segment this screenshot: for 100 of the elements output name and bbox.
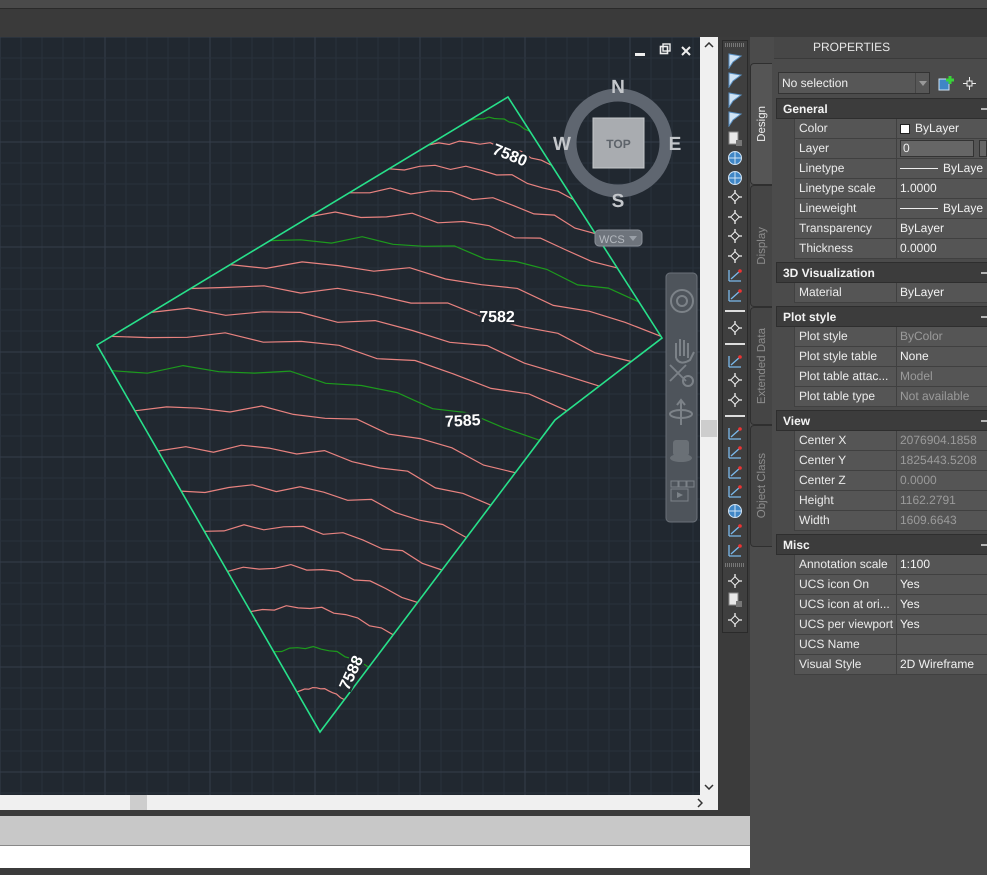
flag-icon[interactable] [727, 52, 743, 68]
index-contour-line [468, 116, 530, 132]
property-value: 1162.2791 [900, 492, 956, 509]
line-sample [900, 168, 938, 169]
flag-icon[interactable] [727, 72, 743, 88]
property-label: Height [795, 491, 897, 510]
dimension-icon[interactable] [727, 286, 743, 302]
dimension-icon[interactable] [727, 444, 743, 460]
scroll-up-icon[interactable] [704, 42, 714, 48]
globe-icon[interactable] [727, 170, 743, 186]
toolbar-grip[interactable] [725, 563, 745, 567]
section-header[interactable]: 3D Visualization [776, 262, 987, 283]
contour-label: 7580 [490, 141, 530, 170]
contour-label: 7585 [444, 412, 481, 431]
property-label: UCS icon at ori... [795, 595, 897, 614]
section-title[interactable]: View [783, 414, 810, 428]
property-label: Center X [795, 431, 897, 450]
property-value: 2076904.1858 [900, 432, 977, 449]
section-header[interactable]: Misc [776, 534, 987, 555]
toolbar-grip[interactable] [725, 43, 745, 47]
dimension-icon[interactable] [727, 352, 743, 368]
contour-label: 7588 [336, 653, 368, 693]
contour-line [296, 687, 345, 700]
dimension-icon[interactable] [727, 464, 743, 480]
flag-icon[interactable] [727, 111, 743, 127]
property-label: Linetype [795, 159, 897, 178]
scroll-right-icon[interactable] [697, 798, 703, 808]
document-icon[interactable] [727, 130, 743, 146]
property-label: UCS icon On [795, 575, 897, 594]
compass-south-label[interactable]: S [612, 191, 624, 212]
property-label: Center Y [795, 451, 897, 470]
property-label: Width [795, 511, 897, 530]
section-header[interactable]: Plot style [776, 306, 987, 327]
property-value: Model [900, 368, 933, 385]
property-label: UCS per viewport [795, 615, 897, 634]
property-value: Yes [900, 596, 920, 613]
property-value: 1825443.5208 [900, 452, 977, 469]
document-icon[interactable] [727, 592, 743, 608]
property-label: Center Z [795, 471, 897, 490]
dimension-icon[interactable] [727, 522, 743, 538]
dimension-icon[interactable] [727, 542, 743, 558]
palette-tab[interactable]: Design [750, 63, 772, 185]
selection-dropdown[interactable]: No selection [778, 72, 930, 94]
close-icon[interactable] [681, 46, 691, 56]
property-value: ByLaye [943, 160, 984, 177]
property-label: Plot table type [795, 387, 897, 406]
property-label: Transparency [795, 219, 897, 238]
horizontal-scrollbar[interactable] [0, 795, 718, 810]
layer-dropdown[interactable]: 0 [900, 140, 974, 157]
dimension-icon[interactable] [727, 267, 743, 283]
dimension-icon[interactable] [727, 483, 743, 499]
caret-icon [918, 80, 926, 86]
property-value: Yes [900, 576, 920, 593]
property-label: Visual Style [795, 655, 897, 674]
viewcube[interactable] [592, 118, 644, 168]
property-label: Plot style table [795, 347, 897, 366]
globe-icon[interactable] [727, 502, 743, 518]
property-value: Yes [900, 616, 920, 633]
section-title[interactable]: Misc [783, 538, 810, 552]
property-label: Annotation scale [795, 555, 897, 574]
scroll-down-icon[interactable] [704, 784, 714, 790]
property-label: Material [795, 283, 897, 302]
section-title[interactable]: 3D Visualization [783, 266, 875, 280]
restore-icon[interactable] [660, 43, 671, 54]
property-label: Lineweight [795, 199, 897, 218]
property-value: None [900, 348, 929, 365]
flag-icon[interactable] [727, 92, 743, 108]
section-title[interactable]: Plot style [783, 310, 836, 324]
section-title[interactable]: General [783, 102, 828, 116]
property-value: 0.0000 [900, 240, 937, 257]
command-line-field[interactable] [0, 846, 750, 868]
globe-icon[interactable] [727, 150, 743, 166]
quick-select-icon[interactable] [938, 74, 955, 92]
section-header[interactable]: General [776, 98, 987, 119]
property-value: 2D Wireframe [900, 656, 974, 673]
scroll-thumb[interactable] [130, 795, 147, 810]
dimension-icon[interactable] [727, 424, 743, 440]
compass-north-label[interactable]: N [611, 77, 625, 98]
property-value: 1:100 [900, 556, 930, 573]
property-value: 1609.6643 [900, 512, 957, 529]
property-value: 0.0000 [900, 472, 937, 489]
property-value: ByLaye [943, 200, 984, 217]
section-header[interactable]: View [776, 410, 987, 431]
property-value: ByLayer [915, 120, 960, 137]
property-label: Color [795, 119, 897, 138]
line-sample [900, 208, 938, 209]
compass-east-label[interactable]: E [668, 134, 682, 155]
scroll-thumb[interactable] [701, 420, 717, 437]
property-label: Layer [795, 139, 897, 158]
property-value: 1.0000 [900, 180, 937, 197]
property-label: Thickness [795, 239, 897, 258]
property-label: UCS Name [795, 635, 897, 654]
property-label: Linetype scale [795, 179, 897, 198]
property-label: Plot table attac... [795, 367, 897, 386]
color-swatch [900, 124, 910, 134]
vertical-scrollbar[interactable] [700, 37, 718, 795]
compass-west-label[interactable]: W [553, 134, 571, 155]
property-value: Not available [900, 388, 970, 405]
property-value: ByLayer [900, 220, 944, 237]
crosshair-icon[interactable] [963, 76, 976, 90]
